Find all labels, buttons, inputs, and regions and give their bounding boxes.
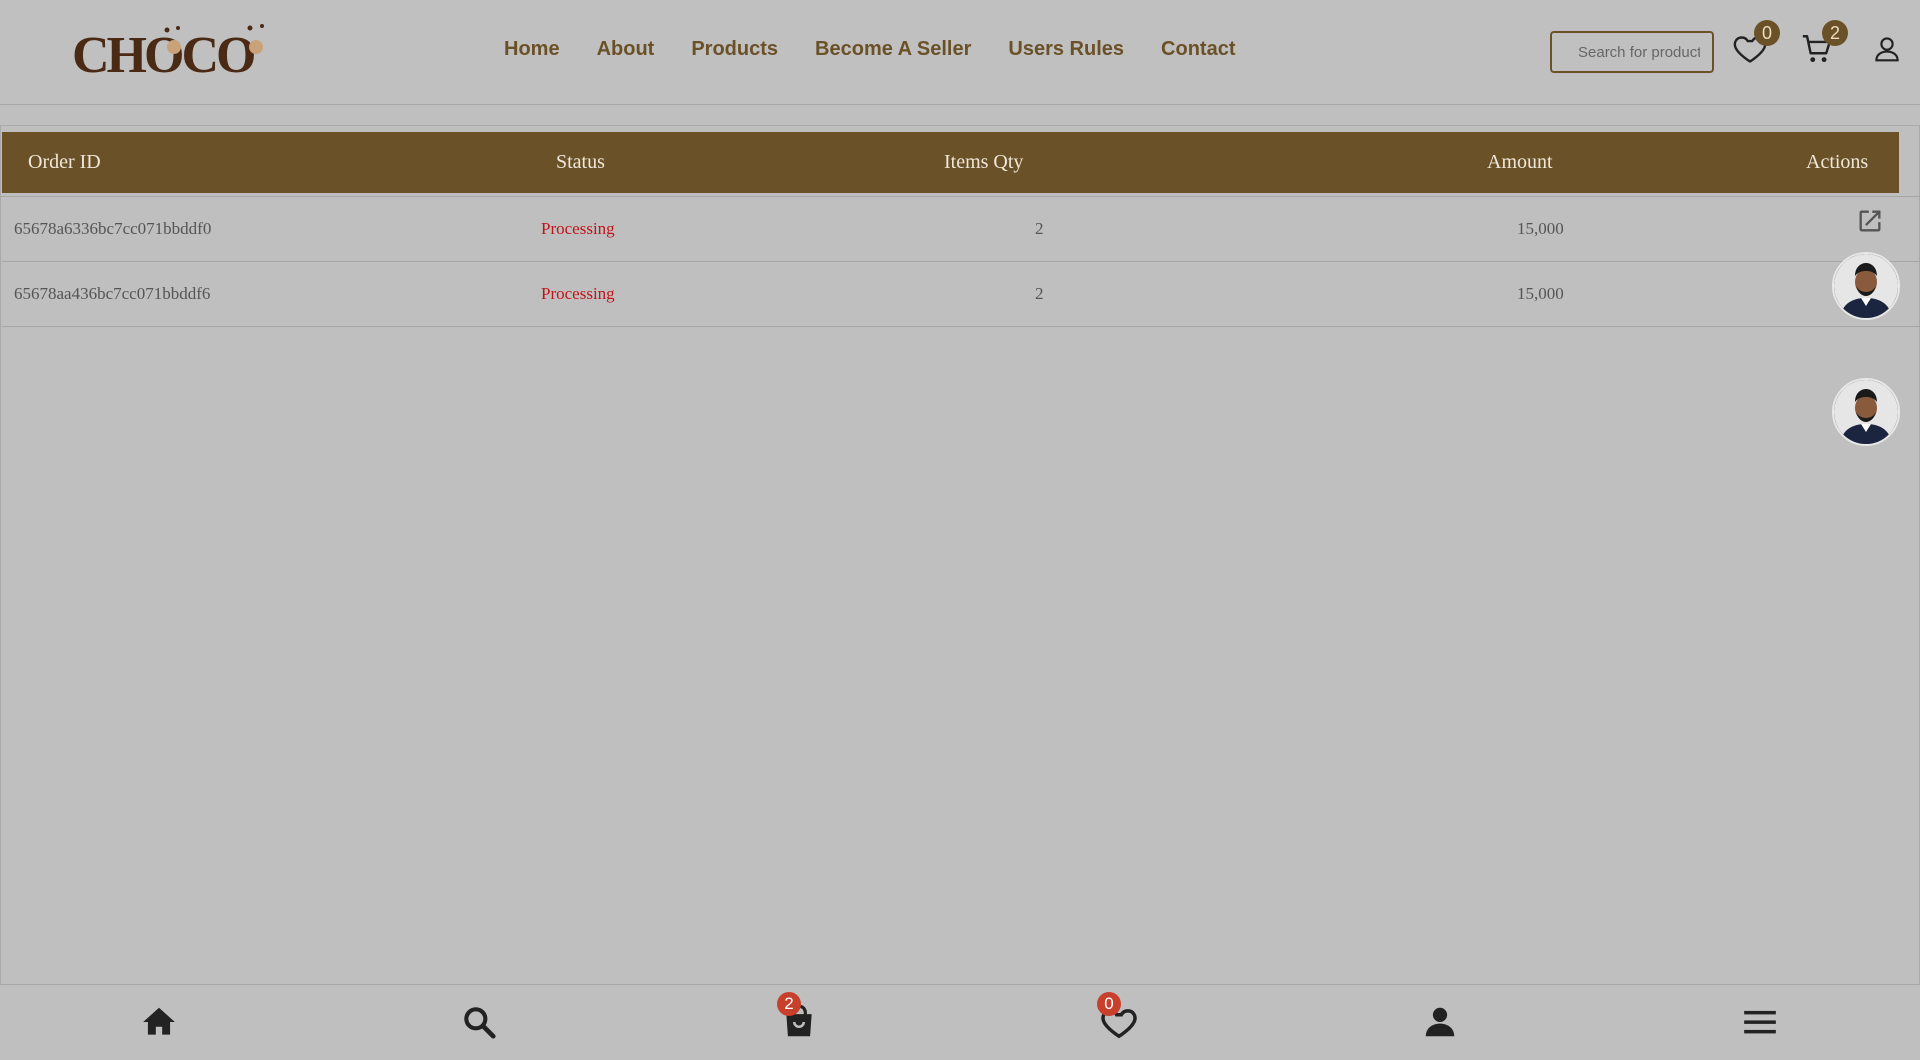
col-status: Status bbox=[556, 151, 605, 173]
view-order-button[interactable] bbox=[1856, 207, 1884, 240]
svg-text:CHOCO: CHOCO bbox=[72, 27, 254, 80]
order-id: 65678a6336bc7cc071bbddf0 bbox=[14, 219, 212, 238]
bottom-nav-bag[interactable]: 2 bbox=[777, 992, 818, 1046]
wishlist-button[interactable]: 0 bbox=[1732, 20, 1780, 71]
table-row: 65678a6336bc7cc071bbddf0 Processing 2 15… bbox=[2, 197, 1920, 262]
wishlist-count-badge: 0 bbox=[1097, 992, 1121, 1016]
bottom-nav-account[interactable] bbox=[1421, 1003, 1459, 1046]
table-row: 65678aa436bc7cc071bbddf6 Processing 2 15… bbox=[2, 262, 1920, 327]
main-nav: Home About Products Become A Seller User… bbox=[504, 38, 1272, 61]
page: CHOCO Home About Products Become A Selle… bbox=[0, 0, 1920, 1060]
order-status: Processing bbox=[541, 284, 615, 303]
nav-home[interactable]: Home bbox=[504, 38, 560, 61]
user-icon bbox=[1425, 1007, 1455, 1037]
order-qty: 2 bbox=[1035, 219, 1044, 238]
bottom-nav-home[interactable] bbox=[140, 1003, 178, 1046]
order-amount: 15,000 bbox=[1517, 284, 1564, 303]
nav-contact[interactable]: Contact bbox=[1161, 38, 1235, 61]
search-icon bbox=[464, 1007, 496, 1039]
home-icon bbox=[143, 1007, 175, 1035]
order-amount: 15,000 bbox=[1517, 219, 1564, 238]
order-id: 65678aa436bc7cc071bbddf6 bbox=[14, 284, 211, 303]
bag-count-badge: 2 bbox=[777, 992, 801, 1016]
col-order-id: Order ID bbox=[28, 151, 101, 173]
bottom-nav-wishlist[interactable]: 0 bbox=[1097, 992, 1138, 1046]
chat-avatar[interactable] bbox=[1832, 252, 1900, 320]
nav-become-a-seller[interactable]: Become A Seller bbox=[815, 38, 971, 61]
account-button[interactable] bbox=[1872, 34, 1902, 69]
bottom-nav-menu[interactable] bbox=[1740, 1003, 1780, 1046]
choco-logo[interactable]: CHOCO bbox=[70, 22, 276, 84]
order-qty: 2 bbox=[1035, 284, 1044, 303]
table-header: Order ID Status Items Qty Amount Actions bbox=[2, 132, 1899, 193]
chat-avatar[interactable] bbox=[1832, 378, 1900, 446]
cart-button[interactable]: 2 bbox=[1800, 20, 1848, 71]
col-items-qty: Items Qty bbox=[944, 151, 1024, 173]
nav-about[interactable]: About bbox=[597, 38, 655, 61]
cart-count-badge: 2 bbox=[1822, 20, 1848, 46]
wishlist-count-badge: 0 bbox=[1754, 20, 1780, 46]
orders-table: Order ID Status Items Qty Amount Actions… bbox=[0, 126, 1920, 984]
nav-products[interactable]: Products bbox=[691, 38, 778, 61]
bottom-nav-search[interactable] bbox=[460, 1003, 498, 1046]
user-icon bbox=[1875, 37, 1899, 62]
menu-icon bbox=[1744, 1010, 1776, 1034]
order-status: Processing bbox=[541, 219, 615, 238]
col-actions: Actions bbox=[1806, 151, 1869, 173]
search-input[interactable] bbox=[1550, 31, 1714, 73]
col-amount: Amount bbox=[1487, 151, 1553, 173]
site-header: CHOCO Home About Products Become A Selle… bbox=[0, 0, 1920, 105]
external-link-icon bbox=[1859, 210, 1881, 232]
bottom-nav: 2 0 bbox=[0, 984, 1920, 1060]
nav-users-rules[interactable]: Users Rules bbox=[1008, 38, 1124, 61]
